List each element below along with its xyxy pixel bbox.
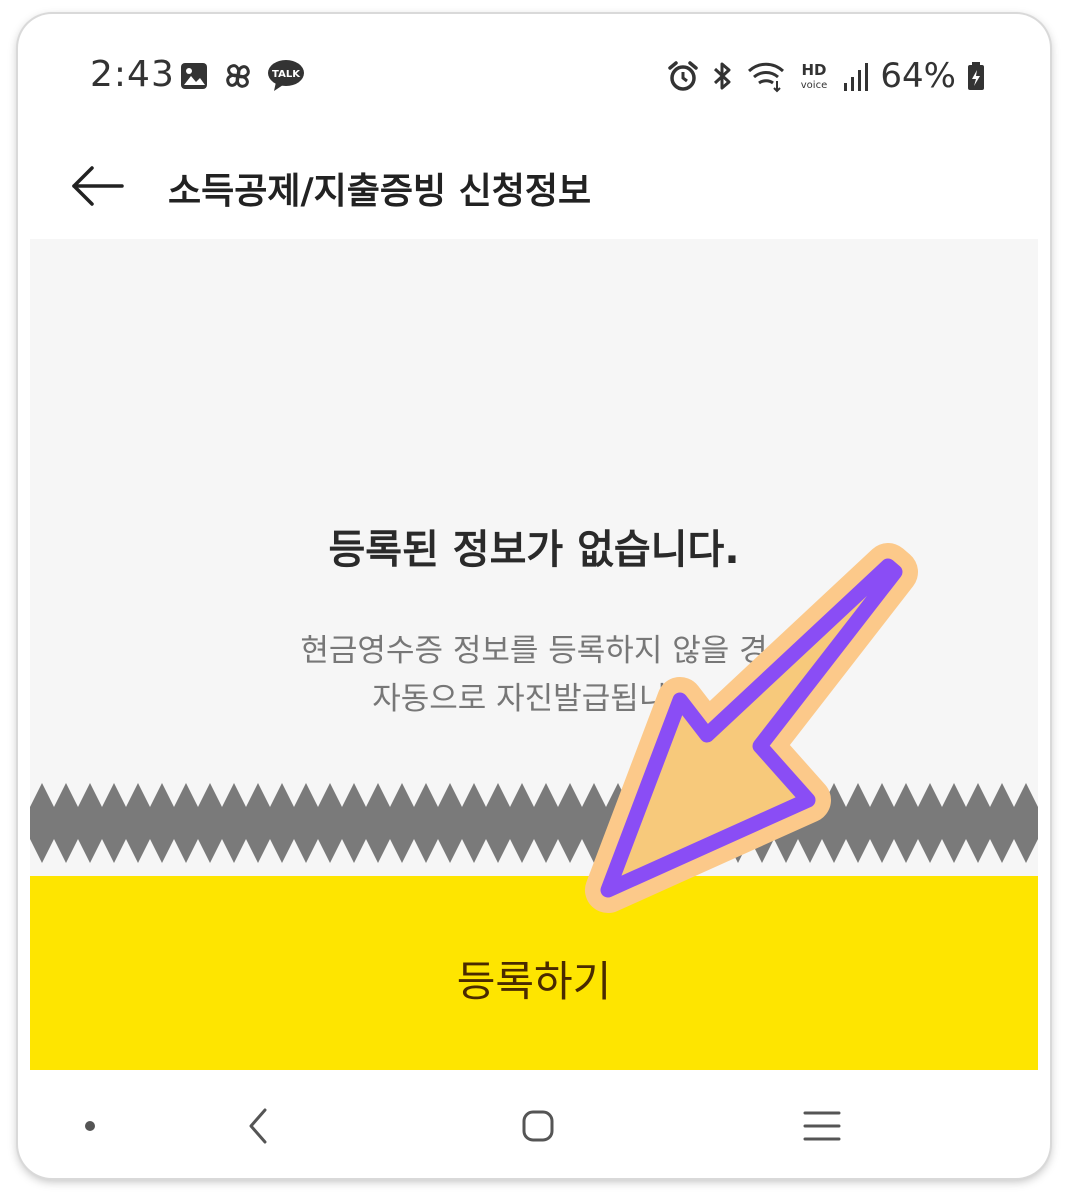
app-header: 소득공제/지출증빙 신청정보 <box>18 136 1050 236</box>
hd-label: HD <box>802 61 827 79</box>
status-bar: 2:43 TALK HD voice 64% <box>18 14 1050 134</box>
nav-recents-button[interactable] <box>792 1096 852 1156</box>
signal-icon <box>842 59 870 93</box>
battery-percent: 64% <box>880 56 956 96</box>
back-button[interactable] <box>66 154 130 218</box>
page-title: 소득공제/지출증빙 신청정보 <box>168 171 592 212</box>
wifi-icon <box>746 59 786 93</box>
empty-state-description-line1: 현금영수증 정보를 등록하지 않을 경 <box>300 633 768 669</box>
alarm-icon <box>666 59 700 93</box>
system-status-icons: HD voice 64% <box>666 56 986 96</box>
nav-home-button[interactable] <box>508 1096 568 1156</box>
hd-voice-icon: HD voice <box>796 59 832 93</box>
empty-state-description: 현금영수증 정보를 등록하지 않을 경 자동으로 자진발급됩니다 <box>30 627 1038 723</box>
gallery-icon <box>178 60 210 92</box>
dot-icon <box>82 1118 98 1134</box>
kakaotalk-icon: TALK <box>266 58 306 94</box>
home-square-icon <box>520 1108 556 1144</box>
empty-state-title: 등록된 정보가 없습니다. <box>328 527 740 573</box>
navigation-bar <box>18 1072 1050 1178</box>
empty-state-panel: 등록된 정보가 없습니다. 현금영수증 정보를 등록하지 않을 경 자동으로 자… <box>30 239 1038 769</box>
register-button[interactable]: 등록하기 <box>30 876 1038 1070</box>
back-arrow-icon <box>70 166 126 206</box>
nav-dot-button[interactable] <box>60 1096 120 1156</box>
nav-back-button[interactable] <box>228 1096 288 1156</box>
empty-state-description-line2: 자동으로 자진발급됩니다 <box>372 681 696 717</box>
bluetooth-icon <box>710 59 736 93</box>
phone-screen: 2:43 TALK HD voice 64% 소득공제/지출증빙 신청정보 등록… <box>18 14 1050 1178</box>
battery-charging-icon <box>966 59 986 93</box>
status-time: 2:43 <box>90 54 175 95</box>
register-button-label: 등록하기 <box>456 956 612 1006</box>
chevron-left-icon <box>243 1106 273 1146</box>
talk-badge-text: TALK <box>272 69 301 80</box>
notification-icons: TALK <box>178 58 306 94</box>
torn-edge-band <box>30 769 1038 877</box>
menu-lines-icon <box>802 1109 842 1143</box>
voice-label: voice <box>801 80 827 91</box>
pinwheel-icon <box>220 58 256 94</box>
